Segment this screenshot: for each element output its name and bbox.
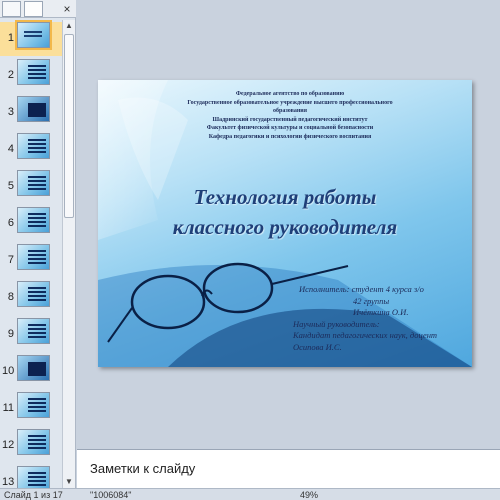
slide-list: 1 2 3 4 5 6 7 8 9 10 11 12 13 [0, 20, 62, 488]
slide-thumbnail-row[interactable]: 1 [0, 20, 62, 56]
slide-thumbnail[interactable] [17, 429, 50, 455]
slide-number: 12 [2, 439, 15, 451]
outline-tab[interactable] [24, 1, 43, 17]
slide-header: Федеральное агентство по образованию Гос… [158, 90, 422, 142]
slide-number: 2 [7, 69, 14, 81]
slide-number: 5 [7, 180, 14, 192]
slide-thumbnail[interactable] [17, 318, 50, 344]
slide-thumbnail-row[interactable]: 2 [0, 59, 62, 93]
slide-thumbnail-row[interactable]: 3 [0, 96, 62, 130]
author-line: Осипова И.С. [293, 341, 342, 352]
status-bar: Слайд 1 из 17 "1006084" 49% [0, 488, 500, 500]
slide-title: Технология работы классного руководителя [128, 182, 442, 242]
zoom-level[interactable]: 49% [300, 489, 318, 500]
slide-thumbnail-row[interactable]: 6 [0, 207, 62, 241]
slide-number: 13 [2, 476, 15, 488]
slide-number: 11 [2, 402, 14, 414]
header-line: Кафедра педагогики и психологии физическ… [208, 133, 372, 140]
slide-number: 10 [2, 365, 15, 377]
author-line: Научный руководитель: [293, 318, 380, 329]
slide-thumbnail[interactable] [17, 133, 50, 159]
slide-number: 9 [7, 328, 14, 340]
scrollbar-thumb[interactable] [64, 34, 74, 218]
slide-number: 1 [7, 32, 14, 44]
slide-thumbnail[interactable] [17, 170, 50, 196]
slide-number: 7 [7, 254, 14, 266]
slide-thumbnail[interactable] [17, 466, 50, 488]
slide-thumbnail-row[interactable]: 7 [0, 244, 62, 278]
theme-name: "1006084" [90, 490, 132, 500]
slide-thumbnail[interactable] [17, 207, 50, 233]
slides-tab[interactable] [2, 1, 21, 17]
slide-number: 3 [7, 106, 14, 118]
notes-pane[interactable]: Заметки к слайду [77, 449, 500, 488]
slide-thumbnail-row[interactable]: 11 [0, 392, 62, 426]
header-line: Федеральное агентство по образованию [235, 91, 345, 97]
slide-thumbnail[interactable] [17, 281, 50, 307]
slide-thumbnail[interactable] [17, 244, 50, 270]
slide-thumbnail[interactable] [17, 96, 50, 122]
scroll-up-icon[interactable]: ▲ [63, 20, 75, 32]
slide-thumbnail-row[interactable]: 10 [0, 355, 62, 389]
slide-thumbnail[interactable] [17, 392, 50, 418]
pane-tabs: × [0, 0, 76, 18]
slide-thumbnail-row[interactable]: 13 [0, 466, 62, 488]
author-line: Ичёткина О.И. [353, 307, 409, 318]
slide-number: 8 [7, 291, 14, 303]
author-line: Кандидат педагогических наук, доцент [293, 330, 438, 341]
close-pane-icon[interactable]: × [60, 2, 74, 16]
current-slide[interactable]: Федеральное агентство по образованию Гос… [98, 80, 472, 367]
slide-thumbnail[interactable] [17, 59, 50, 85]
slide-thumbnail-row[interactable]: 9 [0, 318, 62, 352]
slide-number: 4 [7, 143, 14, 155]
slide-thumbnail-pane: × 1 2 3 4 5 6 7 8 9 10 11 12 13 ▲ ▼ [0, 0, 76, 488]
slide-thumbnail-row[interactable]: 4 [0, 133, 62, 167]
header-line: образования [273, 108, 307, 115]
author-line: 42 группы [353, 295, 390, 306]
slide-thumbnail[interactable] [17, 355, 50, 381]
header-line: Государственное образовательное учрежден… [187, 99, 393, 106]
author-block: Исполнитель: студент 4 курса з/о 42 груп… [293, 284, 468, 354]
slide-editing-area: Федеральное агентство по образованию Гос… [77, 0, 500, 447]
thumbnail-scrollbar[interactable]: ▲ ▼ [62, 20, 75, 488]
title-line: Технология работы [193, 185, 377, 209]
header-line: Шадринский государственный педагогически… [212, 116, 368, 123]
author-line: Исполнитель: студент 4 курса з/о [299, 284, 424, 294]
slide-counter: Слайд 1 из 17 [4, 490, 63, 500]
header-line: Факультет физической культуры и социальн… [206, 125, 374, 132]
scroll-down-icon[interactable]: ▼ [63, 476, 75, 488]
slide-thumbnail-row[interactable]: 5 [0, 170, 62, 204]
slide-thumbnail-row[interactable]: 12 [0, 429, 62, 463]
slide-number: 6 [7, 217, 14, 229]
slide-thumbnail-row[interactable]: 8 [0, 281, 62, 315]
title-line: классного руководителя [172, 215, 398, 239]
notes-placeholder[interactable]: Заметки к слайду [90, 461, 195, 476]
slide-thumbnail[interactable] [15, 20, 52, 50]
